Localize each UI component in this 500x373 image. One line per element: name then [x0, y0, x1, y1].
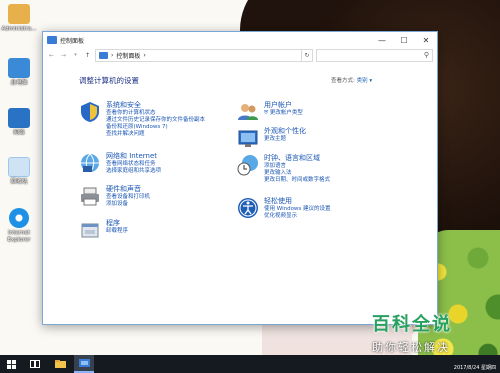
minimize-button[interactable]: — — [371, 32, 393, 48]
category-link[interactable]: 更改主题 — [264, 136, 306, 143]
control-panel-window: 控制面板 — ☐ ✕ ← → ▾ ↑ › 控制面板 › ↻ ⚲ 调整计算机的设置… — [42, 31, 438, 325]
taskbar-date[interactable]: 2017/8/24 星期四 — [454, 364, 496, 371]
category-user-accounts: 用户帐户 ⛨ 更改帐户类型 — [237, 101, 303, 123]
category-title[interactable]: 轻松使用 — [264, 197, 331, 206]
ie-icon — [9, 208, 29, 228]
window-title: 控制面板 — [60, 37, 85, 45]
address-separator: › — [143, 51, 146, 59]
appearance-icon — [237, 127, 259, 149]
category-link[interactable]: 使用 Windows 建议的设置 — [264, 206, 331, 213]
control-panel-icon — [47, 36, 57, 44]
category-title[interactable]: 硬件和声音 — [106, 185, 150, 194]
category-title[interactable]: 程序 — [106, 219, 128, 228]
address-bar-row: ← → ▾ ↑ › 控制面板 › ↻ ⚲ — [43, 48, 437, 62]
category-link[interactable]: 查看网络状态和任务 — [106, 161, 161, 168]
recent-locations-chevron-icon[interactable]: ▾ — [71, 52, 80, 58]
category-title[interactable]: 用户帐户 — [264, 101, 303, 110]
control-panel-taskbar-button[interactable] — [74, 355, 94, 373]
category-link[interactable]: ⛨ 更改帐户类型 — [264, 110, 303, 117]
category-programs: 程序 卸载程序 — [79, 219, 128, 241]
programs-icon — [79, 219, 101, 241]
title-bar[interactable]: 控制面板 — ☐ ✕ — [43, 32, 437, 48]
watermark: 百科全说 助你轻松解决 — [372, 310, 496, 355]
category-clock-language-region: 时钟、语言和区域 添加语言 更改输入法 更改日期、时间或数字格式 — [237, 154, 330, 184]
printer-icon — [79, 185, 101, 207]
back-arrow-icon[interactable]: ← — [47, 52, 56, 59]
category-link[interactable]: 查看设备和打印机 — [106, 194, 150, 201]
search-icon: ⚲ — [423, 51, 429, 59]
category-link[interactable]: 更改日期、时间或数字格式 — [264, 177, 330, 184]
category-link[interactable]: 更改输入法 — [264, 170, 330, 177]
category-link[interactable]: 选择家庭组和共享选项 — [106, 168, 161, 175]
task-view-icon — [30, 360, 40, 368]
category-link[interactable]: 优化视频显示 — [264, 213, 331, 220]
page-title: 调整计算机的设置 — [79, 76, 139, 85]
control-panel-icon — [99, 51, 108, 59]
desktop-icon-administrator[interactable]: Administra... — [0, 4, 38, 33]
watermark-subtitle: 助你轻松解决 — [372, 341, 450, 354]
desktop-icon-internet-explorer[interactable]: Internet Explorer — [0, 208, 38, 244]
category-link[interactable]: 卸载程序 — [106, 228, 128, 235]
category-network-internet: 网络和 Internet 查看网络状态和任务 选择家庭组和共享选项 — [79, 152, 161, 175]
uac-shield-icon: ⛨ — [264, 110, 269, 116]
start-button[interactable] — [2, 355, 20, 373]
address-path: 控制面板 — [116, 52, 141, 60]
category-link[interactable]: 查找并解决问题 — [106, 131, 205, 138]
category-system-security: 系统和安全 查看你的计算机状态 通过文件历史记录保存你的文件备份副本 备份和还原… — [79, 101, 205, 138]
watermark-title: 百科全说 — [372, 314, 452, 335]
clock-globe-icon — [237, 154, 259, 176]
up-arrow-icon[interactable]: ↑ — [83, 52, 92, 59]
view-by: 查看方式: 类别 ▾ — [331, 76, 372, 84]
desktop-icon-network[interactable]: 网络 — [0, 108, 38, 137]
start-icon — [6, 359, 16, 369]
category-link[interactable]: 添加设备 — [106, 201, 150, 208]
search-input[interactable]: ⚲ — [316, 48, 433, 62]
network-globe-icon — [79, 152, 101, 174]
category-link[interactable]: 查看你的计算机状态 — [106, 110, 205, 117]
file-explorer-icon — [54, 360, 66, 368]
control-panel-icon — [78, 359, 90, 367]
category-hardware-sound: 硬件和声音 查看设备和打印机 添加设备 — [79, 185, 150, 208]
close-button[interactable]: ✕ — [415, 32, 437, 48]
category-title[interactable]: 网络和 Internet — [106, 152, 161, 161]
desktop-icon-this-pc[interactable]: 此电脑 — [0, 58, 38, 87]
recycle-bin-icon — [8, 157, 30, 177]
view-by-label: 查看方式: — [331, 78, 355, 84]
desktop-icon-recycle-bin[interactable]: 回收站 — [0, 157, 38, 186]
refresh-icon[interactable]: ↻ — [302, 48, 313, 62]
view-by-dropdown[interactable]: 类别 ▾ — [357, 78, 373, 84]
category-title[interactable]: 系统和安全 — [106, 101, 205, 110]
category-link[interactable]: 通过文件历史记录保存你的文件备份副本 — [106, 117, 205, 124]
network-icon — [8, 108, 30, 128]
maximize-button[interactable]: ☐ — [393, 32, 415, 48]
task-view-button[interactable] — [26, 355, 44, 373]
address-separator: › — [111, 51, 114, 59]
category-link[interactable]: 添加语言 — [264, 163, 330, 170]
category-title[interactable]: 外观和个性化 — [264, 127, 306, 136]
user-folder-icon — [8, 4, 30, 24]
control-panel-content: 调整计算机的设置 查看方式: 类别 ▾ 系统和安全 查看你的计算机状态 通过文件… — [43, 63, 437, 324]
taskbar: 2017/8/24 星期四 — [0, 355, 500, 373]
users-icon — [237, 101, 259, 123]
address-field[interactable]: › 控制面板 › — [95, 48, 302, 62]
file-explorer-button[interactable] — [50, 355, 70, 373]
this-pc-icon — [8, 58, 30, 78]
category-appearance: 外观和个性化 更改主题 — [237, 127, 306, 149]
forward-arrow-icon[interactable]: → — [59, 52, 68, 59]
shield-icon — [79, 101, 101, 123]
category-link[interactable]: 备份和还原(Windows 7) — [106, 124, 205, 131]
category-title[interactable]: 时钟、语言和区域 — [264, 154, 330, 163]
ease-of-access-icon — [237, 197, 259, 219]
category-ease-of-access: 轻松使用 使用 Windows 建议的设置 优化视频显示 — [237, 197, 331, 220]
